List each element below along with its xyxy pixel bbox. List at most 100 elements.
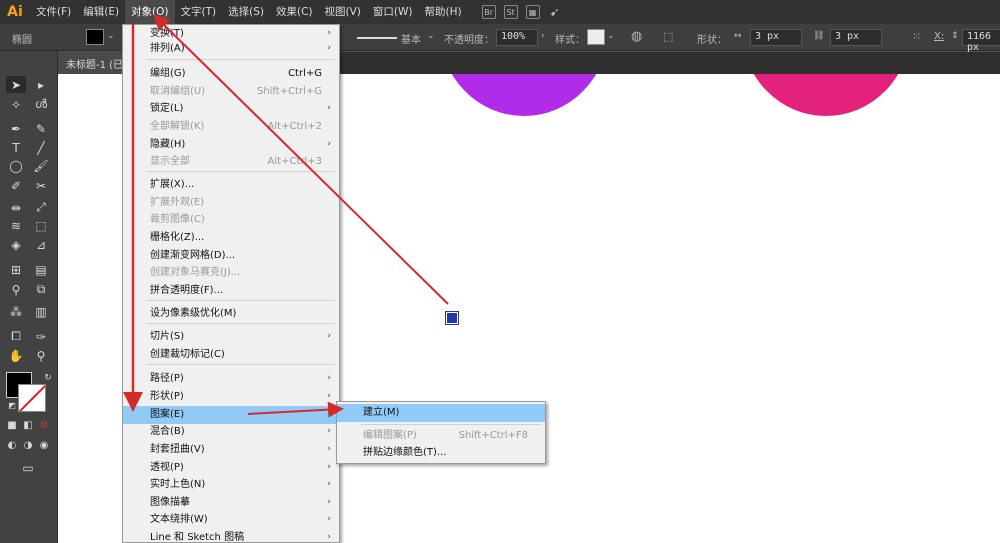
slice-tool-icon[interactable]: ✑ <box>31 328 51 345</box>
paintbrush-tool-icon[interactable]: 🖌 <box>31 157 51 174</box>
default-colors-icon[interactable]: ◩ <box>2 397 22 414</box>
menu-help[interactable]: 帮助(H) <box>419 0 468 24</box>
hand-tool-icon[interactable]: ✋ <box>6 347 26 364</box>
shaper-tool-icon[interactable]: ✐ <box>6 177 26 194</box>
submenu-arrow-icon: › <box>327 43 331 53</box>
menu-item-label: 编辑图案(P) <box>363 430 417 441</box>
menu-item-label: 创建渐变网格(D)... <box>150 250 236 261</box>
object-menu-item[interactable]: 封套扭曲(V) › <box>123 441 339 459</box>
submenu-arrow-icon: › <box>327 139 331 149</box>
menu-type[interactable]: 文字(T) <box>175 0 223 24</box>
mesh-tool-icon[interactable]: ⊞ <box>6 261 26 278</box>
pattern-submenu-item: 编辑图案(P) Shift+Ctrl+F8 <box>337 427 545 445</box>
object-menu-item: 创建对象马赛克(J)... <box>123 264 339 282</box>
menu-item-label: 全部解锁(K) <box>150 121 205 132</box>
object-menu-item[interactable]: 栅格化(Z)... <box>123 229 339 247</box>
menu-edit[interactable]: 编辑(E) <box>77 0 125 24</box>
chevron-down-icon[interactable]: ⌄ <box>427 31 435 41</box>
height-input[interactable]: 3 px <box>830 29 882 46</box>
magic-wand-tool-icon[interactable]: ✧ <box>6 96 26 113</box>
menu-object[interactable]: 对象(O) <box>125 0 175 24</box>
curvature-tool-icon[interactable]: ✎ <box>31 120 51 137</box>
eyedropper-tool-icon[interactable]: ⚲ <box>6 281 26 298</box>
perspective-grid-tool-icon[interactable]: ⊿ <box>31 236 51 253</box>
opacity-input[interactable]: 100% <box>496 29 538 46</box>
purple-circle[interactable] <box>440 74 608 116</box>
pen-tool-icon[interactable]: ✒ <box>6 120 26 137</box>
align-icon[interactable]: ⬚ <box>663 30 673 43</box>
pattern-make-item[interactable]: 建立(M) <box>337 404 545 422</box>
chevron-down-icon[interactable]: ⌄ <box>607 31 615 41</box>
style-swatch[interactable] <box>587 29 605 45</box>
free-transform-tool-icon[interactable]: ⬚ <box>31 217 51 234</box>
chevron-right-icon[interactable]: › <box>541 31 545 41</box>
object-menu-item[interactable]: 形状(P) › <box>123 388 339 406</box>
line-tool-icon[interactable]: ╱ <box>31 139 51 156</box>
link-icon[interactable]: ⛓ <box>813 31 824 41</box>
object-menu-item[interactable]: 图像描摹 › <box>123 494 339 512</box>
pattern-submenu-item[interactable]: 拼贴边缘颜色(T)... <box>337 444 545 462</box>
object-menu-item[interactable]: 文本绕排(W) › <box>123 511 339 529</box>
object-menu-item[interactable]: 透视(P) › <box>123 459 339 477</box>
type-tool-icon[interactable]: T <box>6 139 26 156</box>
object-menu-item[interactable]: 编组(G) Ctrl+G <box>123 65 339 83</box>
selected-object-anchor[interactable] <box>445 311 459 325</box>
selection-tool-icon[interactable]: ➤ <box>6 76 26 93</box>
object-menu-item[interactable]: 图案(E) › <box>123 406 339 424</box>
zoom-tool-icon[interactable]: ⚲ <box>31 347 51 364</box>
object-menu-item[interactable]: 创建裁切标记(C) <box>123 346 339 364</box>
scale-tool-icon[interactable]: ⤢ <box>31 199 51 216</box>
stepper-icon[interactable]: ⇕ <box>951 31 959 41</box>
direct-selection-tool-icon[interactable]: ▸ <box>31 76 51 93</box>
reflect-tool-icon[interactable]: ⇹ <box>6 199 26 216</box>
menu-effect[interactable]: 效果(C) <box>270 0 319 24</box>
x-input[interactable]: 1166 px <box>962 29 1000 53</box>
screen-mode-icon[interactable]: ▭ <box>18 459 38 476</box>
object-menu-item[interactable]: 实时上色(N) › <box>123 476 339 494</box>
transform-icon[interactable]: ⁙ <box>912 30 921 43</box>
menu-view[interactable]: 视图(V) <box>319 0 367 24</box>
object-menu-item[interactable]: 隐藏(H) › <box>123 136 339 154</box>
stroke-color-box[interactable] <box>18 384 46 412</box>
object-menu-item[interactable]: 设为像素级优化(M) <box>123 305 339 323</box>
menu-item-shortcut: Ctrl+G <box>288 68 322 79</box>
object-menu-item[interactable]: 混合(B) › <box>123 423 339 441</box>
swap-colors-icon[interactable]: ↻ <box>38 369 58 386</box>
workspace-grid-icon[interactable]: ▦ <box>525 5 540 19</box>
object-menu-item[interactable]: 切片(S) › <box>123 328 339 346</box>
pink-circle[interactable] <box>742 74 910 116</box>
blend-tool-icon[interactable]: ⧉ <box>31 281 51 298</box>
fill-swatch[interactable] <box>86 29 104 45</box>
object-menu-item[interactable]: 排列(A) › <box>123 40 339 58</box>
gradient-tool-icon[interactable]: ▤ <box>31 261 51 278</box>
bridge-icon[interactable]: Br <box>481 5 496 19</box>
width-input[interactable]: 3 px <box>750 29 802 46</box>
object-menu-item[interactable]: 锁定(L) › <box>123 100 339 118</box>
symbol-sprayer-tool-icon[interactable]: ⁂ <box>6 303 26 320</box>
pattern-submenu: 建立(M) 编辑图案(P) Shift+Ctrl+F8 拼贴边缘颜色(T)... <box>336 401 546 464</box>
ellipse-tool-icon[interactable]: ◯ <box>6 157 26 174</box>
menu-file[interactable]: 文件(F) <box>30 0 77 24</box>
object-menu-item[interactable]: 路径(P) › <box>123 370 339 388</box>
lasso-tool-icon[interactable]: ൾ <box>31 96 51 113</box>
column-graph-tool-icon[interactable]: ▥ <box>31 303 51 320</box>
object-menu-item[interactable]: 创建渐变网格(D)... <box>123 247 339 265</box>
document-tab[interactable]: 未标题-1 (已 <box>58 52 128 74</box>
object-menu-item[interactable]: Line 和 Sketch 图稿 › <box>123 529 339 543</box>
stock-icon[interactable]: St <box>503 5 518 19</box>
menu-window[interactable]: 窗口(W) <box>367 0 419 24</box>
none-mode-icon[interactable]: ⊘ <box>34 417 54 434</box>
width-tool-icon[interactable]: ≋ <box>6 217 26 234</box>
object-menu-item[interactable]: 扩展(X)... <box>123 176 339 194</box>
submenu-arrow-icon: › <box>327 331 331 341</box>
stroke-style-preview[interactable] <box>357 37 397 39</box>
artboard-tool-icon[interactable]: ⧠ <box>6 328 26 345</box>
menu-select[interactable]: 选择(S) <box>222 0 270 24</box>
shape-builder-tool-icon[interactable]: ◈ <box>6 236 26 253</box>
recolor-icon[interactable]: ◍ <box>631 29 642 44</box>
chevron-down-icon[interactable]: ⌄ <box>107 31 115 41</box>
rocket-icon[interactable]: ➹ <box>548 5 562 19</box>
draw-inside-icon[interactable]: ◉ <box>34 437 54 454</box>
object-menu-item[interactable]: 拼合透明度(F)... <box>123 282 339 300</box>
scissors-tool-icon[interactable]: ✂ <box>31 177 51 194</box>
